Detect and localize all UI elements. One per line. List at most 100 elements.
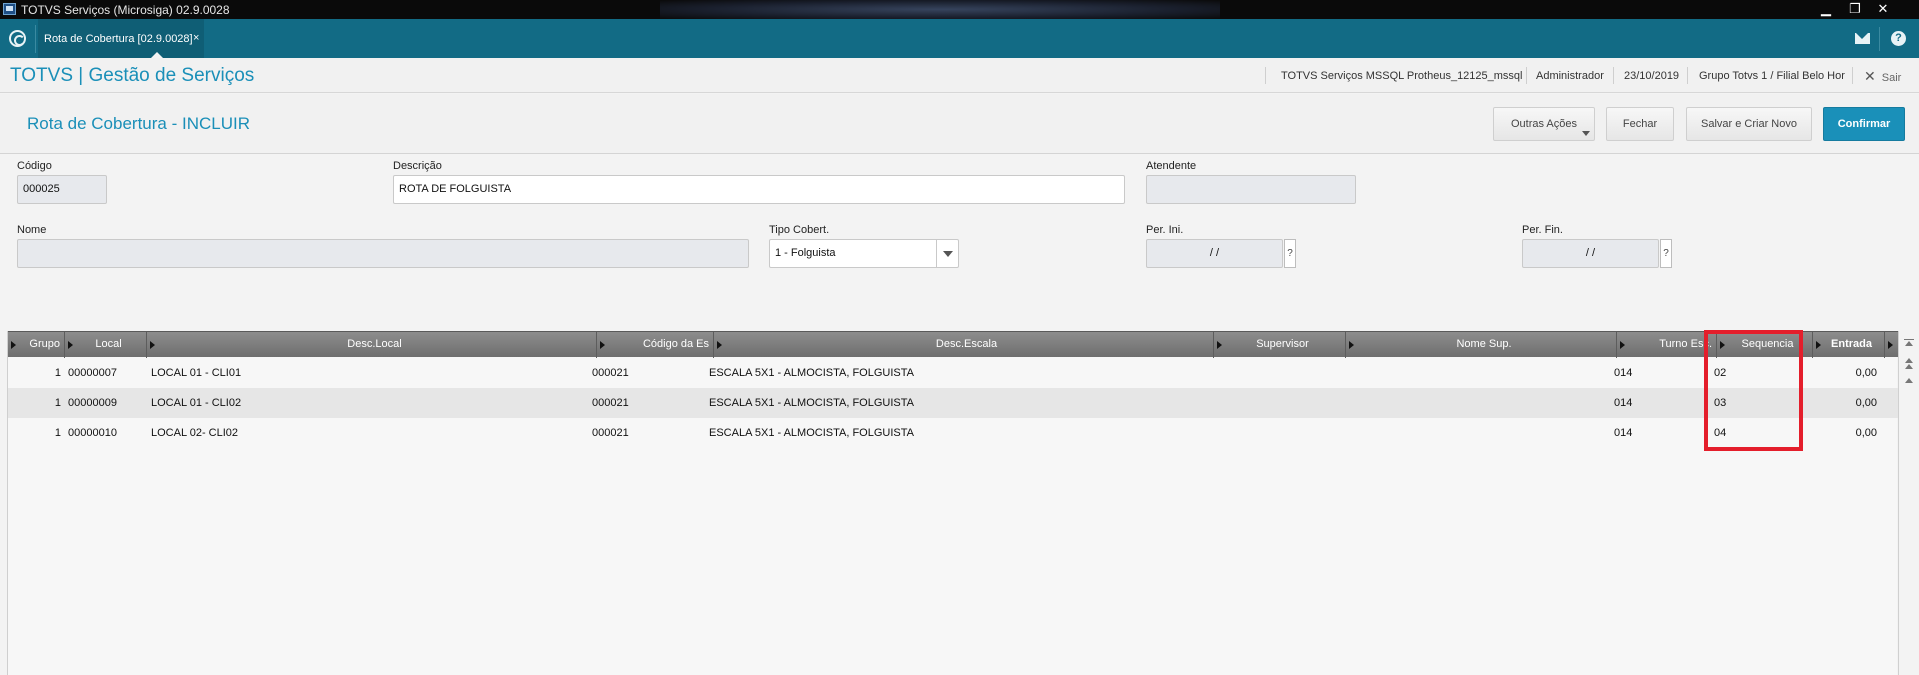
cell-turno: 014 <box>1614 427 1633 439</box>
cell-entrada: 0,00 <box>1855 367 1877 379</box>
restore-icon[interactable]: ❐ <box>1842 0 1868 19</box>
help-icon[interactable]: ? <box>1891 31 1906 46</box>
column-header-supervisor[interactable]: Supervisor <box>1214 332 1346 358</box>
column-header-entrada[interactable]: Entrada <box>1813 332 1885 358</box>
per-ini-label: Per. Ini. <box>1146 224 1184 236</box>
sort-icon <box>717 341 722 349</box>
scroll-top-icon[interactable] <box>1903 339 1916 350</box>
table-row[interactable]: 1 00000009 LOCAL 01 - CLI02 000021 ESCAL… <box>8 388 1898 418</box>
cell-desc-escala: ESCALA 5X1 - ALMOCISTA, FOLGUISTA <box>709 397 914 409</box>
close-icon: ✕ <box>1864 68 1876 84</box>
minimize-icon[interactable]: ▁ <box>1813 0 1839 19</box>
other-actions-button[interactable]: Outras Ações <box>1493 107 1595 141</box>
cell-local: 00000010 <box>68 427 117 439</box>
data-grid: Grupo Local Desc.Local Código da Es Desc… <box>7 331 1898 675</box>
close-window-icon[interactable]: ✕ <box>1870 0 1896 19</box>
column-header-more[interactable] <box>1885 332 1898 358</box>
per-ini-field[interactable]: / / <box>1146 239 1283 268</box>
column-header-codigo-escala[interactable]: Código da Es <box>597 332 714 358</box>
toolbar-separator <box>1879 27 1880 51</box>
sort-icon <box>1888 341 1893 349</box>
page-title: Rota de Cobertura - INCLUIR <box>27 114 250 133</box>
tab-rota-de-cobertura[interactable]: Rota de Cobertura [02.9.0028] × <box>38 19 204 58</box>
cell-entrada: 0,00 <box>1855 397 1877 409</box>
column-header-desc-local[interactable]: Desc.Local <box>147 332 597 358</box>
logout-label: Sair <box>1881 72 1902 84</box>
table-row[interactable]: 1 00000007 LOCAL 01 - CLI01 000021 ESCAL… <box>8 358 1898 388</box>
tipo-cobert-value: 1 - Folguista <box>775 247 836 259</box>
cell-desc-escala: ESCALA 5X1 - ALMOCISTA, FOLGUISTA <box>709 367 914 379</box>
window-title-bar: TOTVS Serviços (Microsiga) 02.9.0028 ▁ ❐… <box>0 0 1919 19</box>
cell-local: 00000009 <box>68 397 117 409</box>
close-button[interactable]: Fechar <box>1606 107 1674 141</box>
logout-button[interactable]: ✕ Sair <box>1864 68 1901 85</box>
user-info: Administrador <box>1536 70 1604 82</box>
column-header-desc-escala[interactable]: Desc.Escala <box>714 332 1214 358</box>
cell-desc-local: LOCAL 02- CLI02 <box>151 427 239 439</box>
environment-info: TOTVS Serviços MSSQL Protheus_12125_mssq… <box>1281 70 1523 82</box>
header-separator <box>1526 67 1527 84</box>
grid-scrollbar[interactable] <box>1898 331 1919 675</box>
cell-codigo-escala: 000021 <box>592 427 629 439</box>
column-header-local[interactable]: Local <box>65 332 147 358</box>
tab-close-icon[interactable]: × <box>193 32 199 44</box>
descricao-field[interactable]: ROTA DE FOLGUISTA <box>393 175 1125 204</box>
sort-icon <box>1217 341 1222 349</box>
sort-icon <box>150 341 155 349</box>
cell-turno: 014 <box>1614 397 1633 409</box>
codigo-label: Código <box>17 160 52 172</box>
header-separator <box>1265 67 1266 84</box>
cell-codigo-escala: 000021 <box>592 367 629 379</box>
chevron-down-icon <box>1582 131 1590 136</box>
tipo-cobert-label: Tipo Cobert. <box>769 224 830 236</box>
cell-grupo: 1 <box>54 397 61 409</box>
chevron-down-icon[interactable] <box>936 240 958 267</box>
sort-icon <box>600 341 605 349</box>
title-bar-glow <box>660 0 1220 19</box>
per-fin-label: Per. Fin. <box>1522 224 1563 236</box>
app-icon <box>3 3 16 15</box>
branch-info: Grupo Totvs 1 / Filial Belo Hor <box>1699 70 1845 82</box>
cell-desc-escala: ESCALA 5X1 - ALMOCISTA, FOLGUISTA <box>709 427 914 439</box>
tab-label: Rota de Cobertura [02.9.0028] <box>44 33 193 45</box>
per-fin-help-button[interactable]: ? <box>1660 239 1672 268</box>
cell-grupo: 1 <box>54 427 61 439</box>
home-icon[interactable] <box>9 30 26 47</box>
mail-icon[interactable] <box>1855 33 1870 44</box>
column-header-turno-esc[interactable]: Turno Esc. <box>1617 332 1717 358</box>
cell-grupo: 1 <box>54 367 61 379</box>
sort-icon <box>1816 341 1821 349</box>
table-row[interactable]: 1 00000010 LOCAL 02- CLI02 000021 ESCALA… <box>8 418 1898 448</box>
cell-turno: 014 <box>1614 367 1633 379</box>
scroll-page-up-icon[interactable] <box>1903 362 1916 373</box>
cell-desc-local: LOCAL 01 - CLI01 <box>151 367 242 379</box>
sort-icon <box>1720 341 1725 349</box>
tipo-cobert-select[interactable]: 1 - Folguista <box>769 239 959 268</box>
scroll-up-icon[interactable] <box>1903 376 1916 387</box>
app-header: TOTVS | Gestão de Serviços TOTVS Serviço… <box>0 58 1919 93</box>
date-info: 23/10/2019 <box>1624 70 1680 82</box>
atendente-label: Atendente <box>1146 160 1197 172</box>
confirm-button[interactable]: Confirmar <box>1823 107 1905 141</box>
cell-sequencia: 03 <box>1714 397 1727 409</box>
nome-field[interactable] <box>17 239 749 268</box>
per-fin-field[interactable]: / / <box>1522 239 1659 268</box>
codigo-field[interactable]: 000025 <box>17 175 107 204</box>
save-and-new-button[interactable]: Salvar e Criar Novo <box>1686 107 1812 141</box>
tab-separator <box>35 25 36 53</box>
descricao-label: Descrição <box>393 160 442 172</box>
brand-title: TOTVS | Gestão de Serviços <box>10 65 255 86</box>
column-header-grupo[interactable]: Grupo <box>8 332 65 358</box>
tab-bar: Rota de Cobertura [02.9.0028] × ? <box>0 19 1919 58</box>
header-separator <box>1613 67 1614 84</box>
other-actions-label: Outras Ações <box>1510 118 1578 130</box>
sort-icon <box>68 341 73 349</box>
header-separator <box>1687 67 1688 84</box>
atendente-field[interactable] <box>1146 175 1356 204</box>
sort-icon <box>1349 341 1354 349</box>
per-ini-help-button[interactable]: ? <box>1284 239 1296 268</box>
column-header-nome-sup[interactable]: Nome Sup. <box>1346 332 1617 358</box>
column-header-sequencia[interactable]: Sequencia <box>1717 332 1813 358</box>
page-title-row: Rota de Cobertura - INCLUIR Outras Ações… <box>0 94 1919 154</box>
cell-desc-local: LOCAL 01 - CLI02 <box>151 397 242 409</box>
